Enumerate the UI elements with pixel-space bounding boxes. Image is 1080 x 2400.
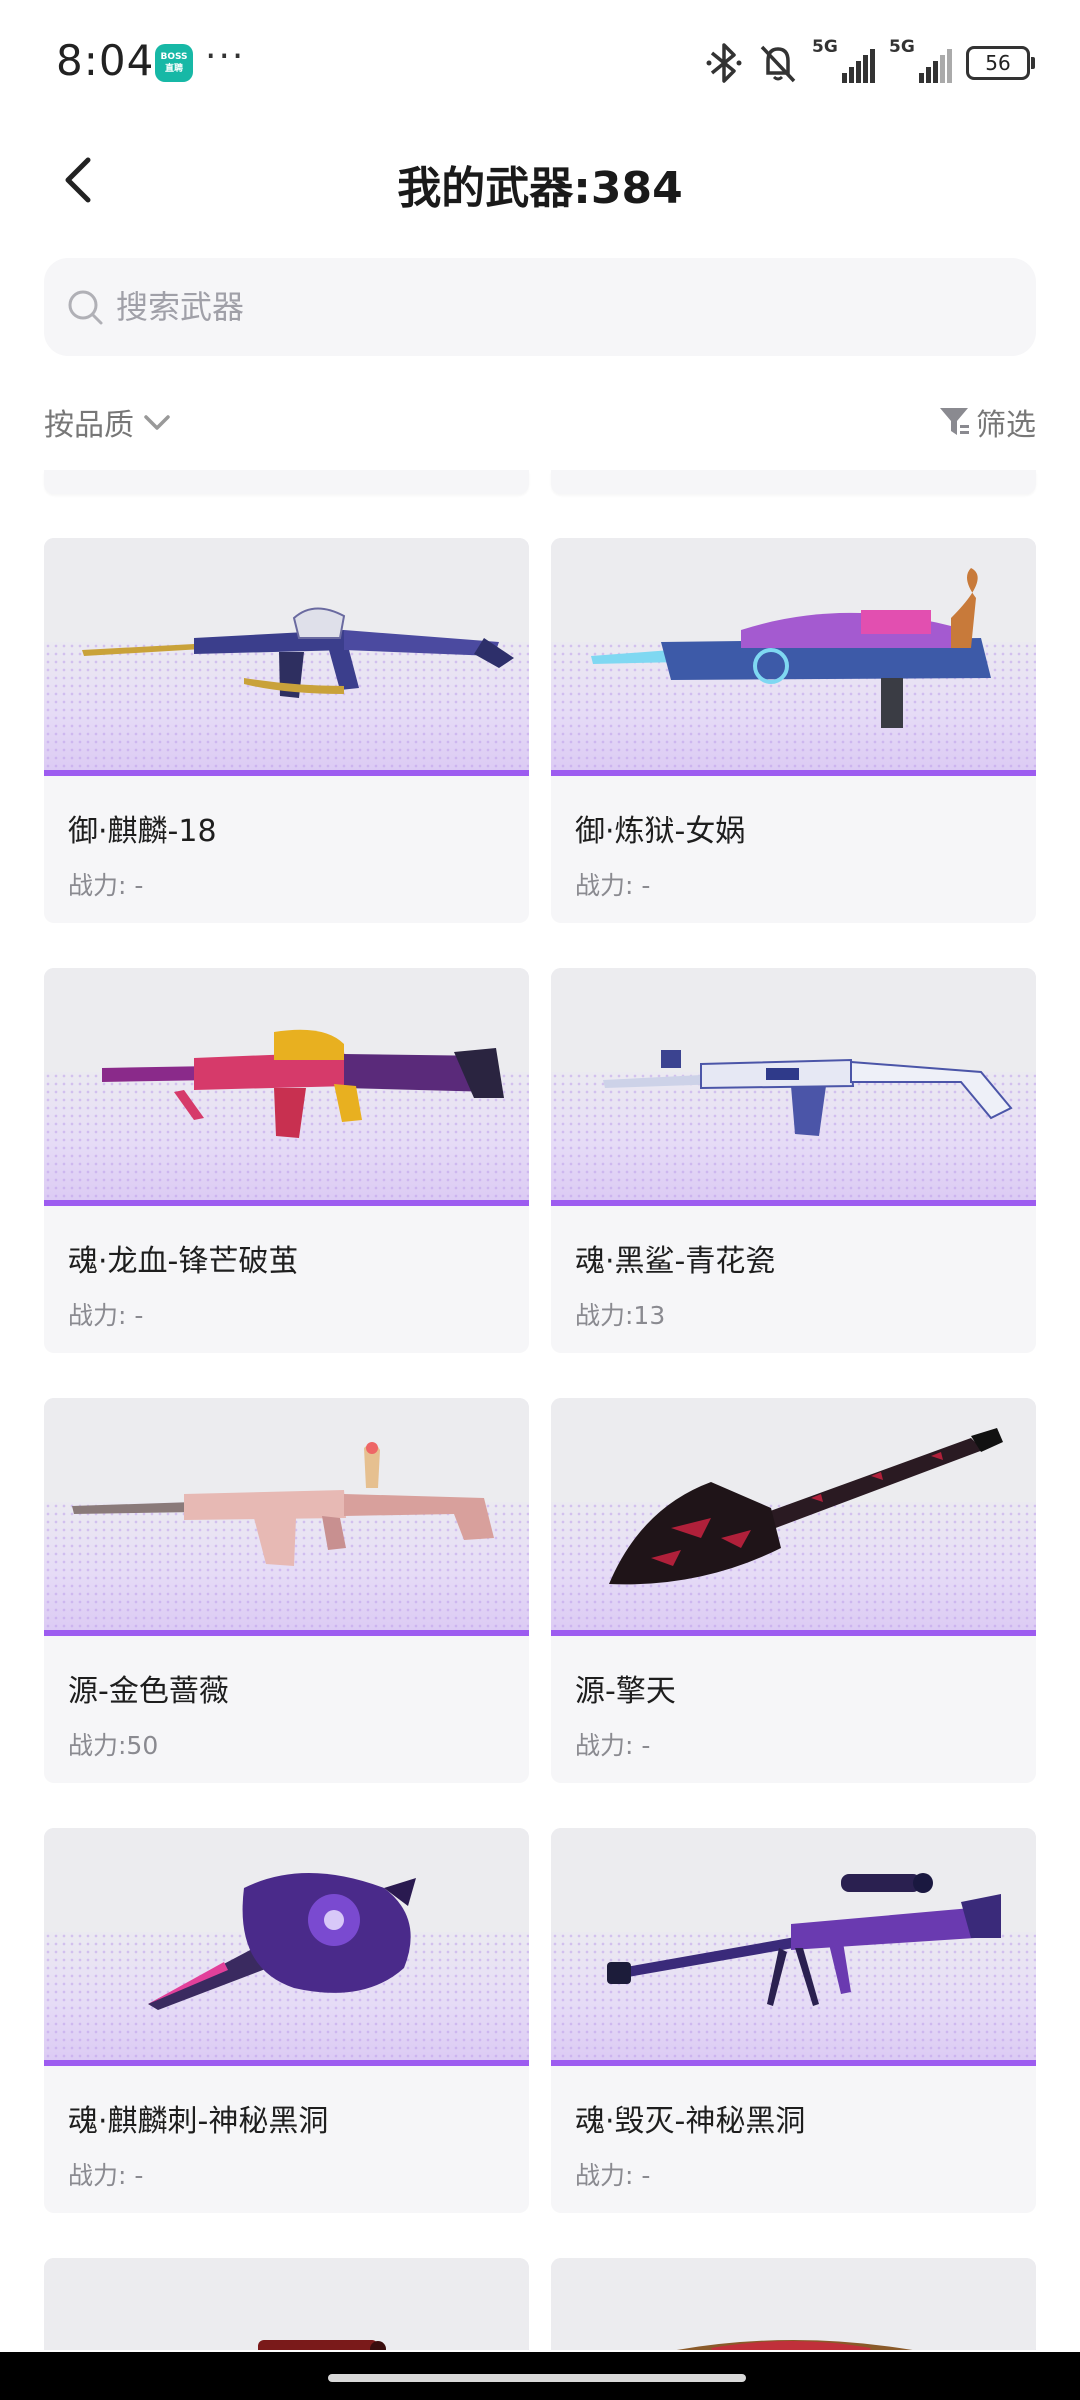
dragon-gun-icon [591,568,991,728]
status-bar: 8:04 BOSS 直聘 ··· 5G 5G 56 [0,0,1080,120]
search-bar[interactable] [44,258,1036,356]
rifle-icon [82,607,514,698]
weapon-power: 战力:50 [68,1731,159,1760]
signal-label: 5G [812,37,838,57]
sort-label: 按品质 [44,408,134,443]
rifle-icon [258,2340,386,2350]
weapon-image [44,1828,529,2066]
weapon-card[interactable]: 魂·黑鲨-青花瓷 战力:13 [551,968,1036,1353]
more-notifications-icon: ··· [205,36,246,77]
weapon-image [551,2258,1036,2350]
weapon-name: 魂·麒麟刺-神秘黑洞 [68,2104,329,2139]
weapon-image [551,538,1036,776]
search-icon [68,290,103,325]
weapon-card[interactable]: 源-金色蔷薇 战力:50 [44,1398,529,1783]
bluetooth-icon [706,43,742,83]
rifle-icon [72,1442,494,1566]
status-time: 8:04 [56,36,155,85]
weapon-card-partial[interactable] [551,2258,1036,2350]
filter-funnel-icon [940,408,969,435]
battery-icon: 56 [966,46,1035,80]
weapon-image [551,1398,1036,1636]
filter-label: 筛选 [976,408,1036,443]
weapon-power: 战力: - [68,871,144,900]
chevron-down-icon [144,415,170,430]
signal-label: 5G [889,37,915,57]
signal-icon: 5G [889,37,952,83]
weapon-image [551,1828,1036,2066]
weapon-image [44,538,529,776]
rifle-icon [603,1050,1013,1136]
sniper-rifle-icon [607,1873,1001,2006]
status-icons: 5G 5G 56 [704,37,1035,88]
page-title: 我的武器:384 [397,163,683,214]
weapon-card-partial[interactable] [551,470,1036,494]
weapon-card-partial[interactable] [44,2258,529,2350]
weapon-power: 战力: - [575,871,651,900]
weapon-grid: 御·麒麟-18 战力: - 御·炼狱-女娲 战力: - 魂·龙血-锋芒破茧 战力… [44,538,1036,2350]
weapon-name: 御·炼狱-女娲 [575,814,746,849]
weapon-image [44,2258,529,2350]
weapon-card[interactable]: 御·炼狱-女娲 战力: - [551,538,1036,923]
weapon-image [551,968,1036,1206]
weapon-power: 战力: - [68,2161,144,2190]
weapon-card[interactable]: 源-擎天 战力: - [551,1398,1036,1783]
boss-app-badge-icon: BOSS 直聘 [155,44,193,82]
weapon-name: 魂·毁灭-神秘黑洞 [575,2104,806,2139]
weapon-power: 战力:13 [575,1301,666,1330]
signal-icon: 5G [812,37,875,83]
shovel-icon [609,1428,1003,1585]
weapon-image [44,1398,529,1636]
weapon-card[interactable]: 魂·龙血-锋芒破茧 战力: - [44,968,529,1353]
weapon-power: 战力: - [68,1301,144,1330]
weapon-name: 魂·黑鲨-青花瓷 [575,1244,776,1279]
filter-button[interactable]: 筛选 [938,400,1036,444]
weapon-name: 源-金色蔷薇 [68,1674,229,1709]
weapon-name: 魂·龙血-锋芒破茧 [68,1244,299,1279]
sort-by-quality-dropdown[interactable]: 按品质 [44,400,174,444]
weapon-power: 战力: - [575,2161,651,2190]
mute-bell-icon [760,45,796,83]
weapon-name: 源-擎天 [575,1674,676,1709]
weapon-card-partial[interactable] [44,470,529,494]
weapon-power: 战力: - [575,1731,651,1760]
page-header: 我的武器:384 [0,130,1080,230]
weapons-page: 8:04 BOSS 直聘 ··· 5G 5G 56 我的武器:384 搜索武器 … [0,0,1080,2400]
weapon-card[interactable]: 魂·麒麟刺-神秘黑洞 战力: - [44,1828,529,2213]
home-gesture-bar[interactable] [328,2374,746,2382]
weapon-card[interactable]: 御·麒麟-18 战力: - [44,538,529,923]
weapon-list[interactable]: 御·麒麟-18 战力: - 御·炼狱-女娲 战力: - 魂·龙血-锋芒破茧 战力… [0,470,1080,2350]
weapon-card[interactable]: 魂·毁灭-神秘黑洞 战力: - [551,1828,1036,2213]
weapon-name: 御·麒麟-18 [68,814,217,849]
weapon-image [44,968,529,1206]
search-input[interactable] [114,276,998,338]
blade-icon [676,2340,913,2350]
rifle-icon [102,1029,504,1138]
blade-icon [148,1873,416,2010]
